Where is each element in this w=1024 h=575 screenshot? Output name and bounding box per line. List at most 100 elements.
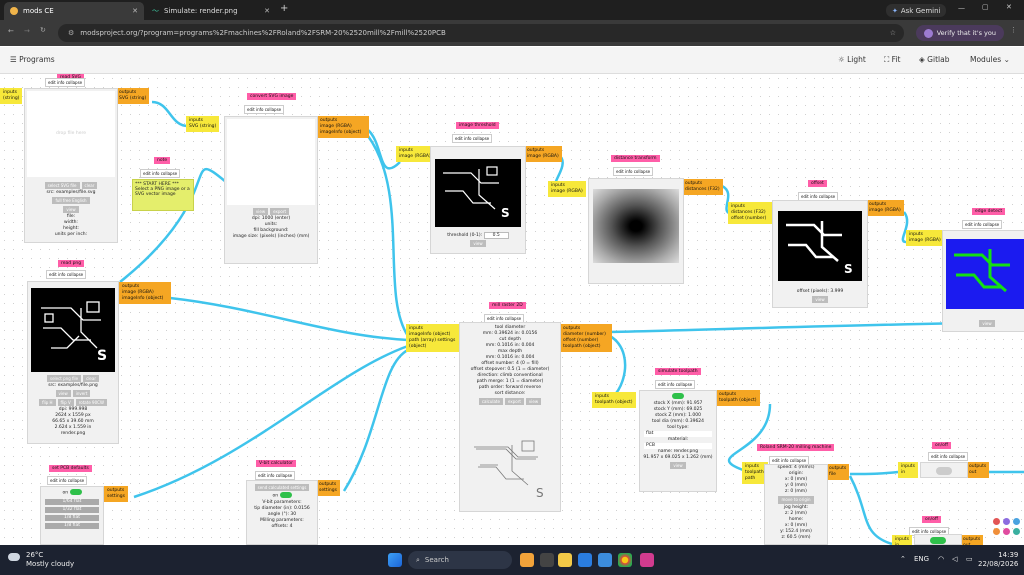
preset-button[interactable]: 1/32 flat (45, 506, 99, 513)
input-port[interactable]: inputs toolpath (object) (592, 392, 636, 408)
module-title[interactable]: convert SVG image (247, 93, 297, 100)
sort-distance-checkbox[interactable]: sort distance: (460, 391, 560, 397)
input-port[interactable]: inputs imageInfo (object) path (array) se… (406, 324, 460, 352)
tray-chevron-icon[interactable]: ⌃ (900, 555, 906, 563)
output-port[interactable]: outputs settings (316, 480, 340, 496)
minimize-icon[interactable]: — (958, 4, 965, 12)
app-shortcut-icon[interactable] (993, 518, 1021, 544)
export-button[interactable]: export (270, 208, 290, 215)
input-port[interactable]: inputs image (RGBA) (548, 181, 586, 197)
ask-gemini-button[interactable]: ✦ Ask Gemini (886, 4, 947, 17)
edit-info-collapse[interactable]: edit info collapse (655, 380, 696, 389)
on-toggle[interactable] (930, 537, 946, 544)
reload-icon[interactable]: ↻ (40, 26, 46, 34)
view-button[interactable]: view (252, 208, 269, 215)
battery-icon[interactable]: ▭ (966, 555, 973, 563)
language-indicator[interactable]: ENG (914, 555, 929, 563)
threshold-input[interactable]: 0.5 (483, 232, 509, 239)
module-title[interactable]: edge detect (972, 208, 1006, 215)
module-title[interactable]: image threshold (456, 122, 499, 129)
programs-button[interactable]: ☰ Programs (10, 55, 55, 64)
module-title[interactable]: simulate toolpath (655, 368, 701, 375)
input-port[interactable]: inputs image (RGBA) (396, 146, 434, 162)
gitlab-button[interactable]: ◈ Gitlab (919, 55, 949, 64)
forward-icon[interactable]: → (24, 27, 30, 35)
module-title[interactable]: V-bit calculator (256, 460, 296, 467)
light-button[interactable]: ☼ Light (838, 55, 866, 64)
home-z-field[interactable]: z: 60.5 (mm) (765, 535, 827, 541)
output-port[interactable]: outputs file (826, 464, 850, 480)
module-title[interactable]: on/off (932, 442, 951, 449)
module-title[interactable]: on/off (922, 516, 941, 523)
edit-info-collapse[interactable]: edit info collapse (47, 476, 88, 485)
url-bar[interactable]: ⚙ modsproject.org/?program=programs%2Fma… (58, 24, 904, 42)
move-to-origin-button[interactable]: move to origin (778, 496, 814, 504)
module-title[interactable]: note (154, 157, 171, 164)
module-title[interactable]: Roland SRM-20 milling machine (757, 444, 835, 451)
tab-mods[interactable]: mods CE ✕ (4, 2, 144, 20)
output-port[interactable]: outputs image (RGBA) (866, 200, 904, 216)
send-settings-button[interactable]: send calculated settings (254, 484, 310, 491)
input-port[interactable]: inputsin (892, 535, 912, 545)
select-svg-button[interactable]: select SVG file (44, 182, 80, 189)
edit-info-collapse[interactable]: edit info collapse (46, 270, 87, 279)
site-info-icon[interactable]: ⚙ (68, 29, 74, 37)
view-button[interactable]: view (470, 240, 486, 247)
output-port[interactable]: outputs toolpath (object) (716, 390, 760, 406)
volume-icon[interactable]: ◁ (952, 555, 957, 563)
program-canvas[interactable]: read SVG edit info collapse inputs(strin… (0, 74, 1024, 545)
input-port[interactable]: inputs distances (F32) offset (number) (728, 202, 776, 224)
close-icon[interactable]: ✕ (258, 7, 270, 15)
output-port[interactable]: outputs SVG (string) (116, 88, 150, 104)
close-icon[interactable]: ✕ (126, 7, 138, 15)
module-title[interactable]: read png (58, 260, 85, 267)
view-button[interactable]: view (525, 398, 542, 405)
weather-widget[interactable]: 26°C Mostly cloudy (8, 551, 74, 569)
view-button[interactable]: view (979, 320, 995, 327)
output-port[interactable]: outputsout (960, 535, 984, 545)
widgets-icon[interactable] (520, 553, 534, 567)
verify-button[interactable]: Verify that it's you (915, 25, 1004, 41)
view-button[interactable]: view (670, 461, 686, 469)
output-port[interactable]: outputs image (RGBA) imageInfo (object) (317, 116, 369, 138)
calculate-button[interactable]: calculate (478, 398, 503, 405)
back-icon[interactable]: ← (8, 27, 14, 35)
preset-button[interactable]: 1/64 flat (45, 498, 99, 505)
edit-info-collapse[interactable]: edit info collapse (452, 134, 493, 143)
taskbar-search[interactable]: ⌕ Search (408, 551, 512, 569)
module-title[interactable]: set PCB defaults (49, 465, 92, 472)
edit-info-collapse[interactable]: edit info collapse (244, 105, 285, 114)
bookmark-icon[interactable]: ☆ (890, 29, 896, 37)
app-icon[interactable] (640, 553, 654, 567)
clear-button[interactable]: clear (83, 375, 99, 382)
rotate-button[interactable]: rotate 90CW (75, 399, 107, 406)
edit-info-collapse[interactable]: edit info collapse (140, 169, 181, 178)
invert-button[interactable]: invert (72, 390, 91, 397)
offsets-field[interactable]: offsets: 4 (247, 524, 317, 530)
wifi-icon[interactable]: ◠ (938, 555, 944, 563)
flip-v-button[interactable]: flip V (57, 399, 74, 406)
off-toggle[interactable] (936, 467, 952, 475)
window-close-icon[interactable]: ✕ (1006, 3, 1012, 11)
export-button[interactable]: export (504, 398, 524, 405)
edit-info-collapse[interactable]: edit info collapse (613, 167, 654, 176)
edit-info-collapse[interactable]: edit info collapse (928, 452, 969, 461)
tip-diameter-field[interactable]: tip diameter (in): 0.0156 (247, 506, 317, 512)
tab-simulate[interactable]: 〜 Simulate: render.png ✕ (146, 2, 276, 20)
file-explorer-icon[interactable] (558, 553, 572, 567)
preset-button[interactable]: 1/8 flat (45, 522, 99, 529)
preset-button[interactable]: 1/8 flat (45, 514, 99, 521)
toggle-switch[interactable] (279, 492, 292, 498)
output-port[interactable]: outputs settings (104, 486, 128, 502)
flip-h-button[interactable]: flip H (39, 399, 56, 406)
output-port[interactable]: outputsout (966, 462, 990, 478)
offset-input[interactable]: 3.999 (830, 289, 843, 294)
windows-start-icon[interactable] (388, 553, 402, 567)
select-png-button[interactable]: select png file (46, 375, 82, 382)
edit-info-collapse[interactable]: edit info collapse (962, 220, 1003, 229)
chrome-icon[interactable] (618, 553, 632, 567)
output-port[interactable]: outputs image (RGBA) imageInfo (object) (119, 282, 171, 304)
module-title[interactable]: offset (808, 180, 827, 187)
input-port[interactable]: inputs (string) (0, 88, 23, 104)
output-port[interactable]: outputs distances (F32) (682, 179, 723, 195)
